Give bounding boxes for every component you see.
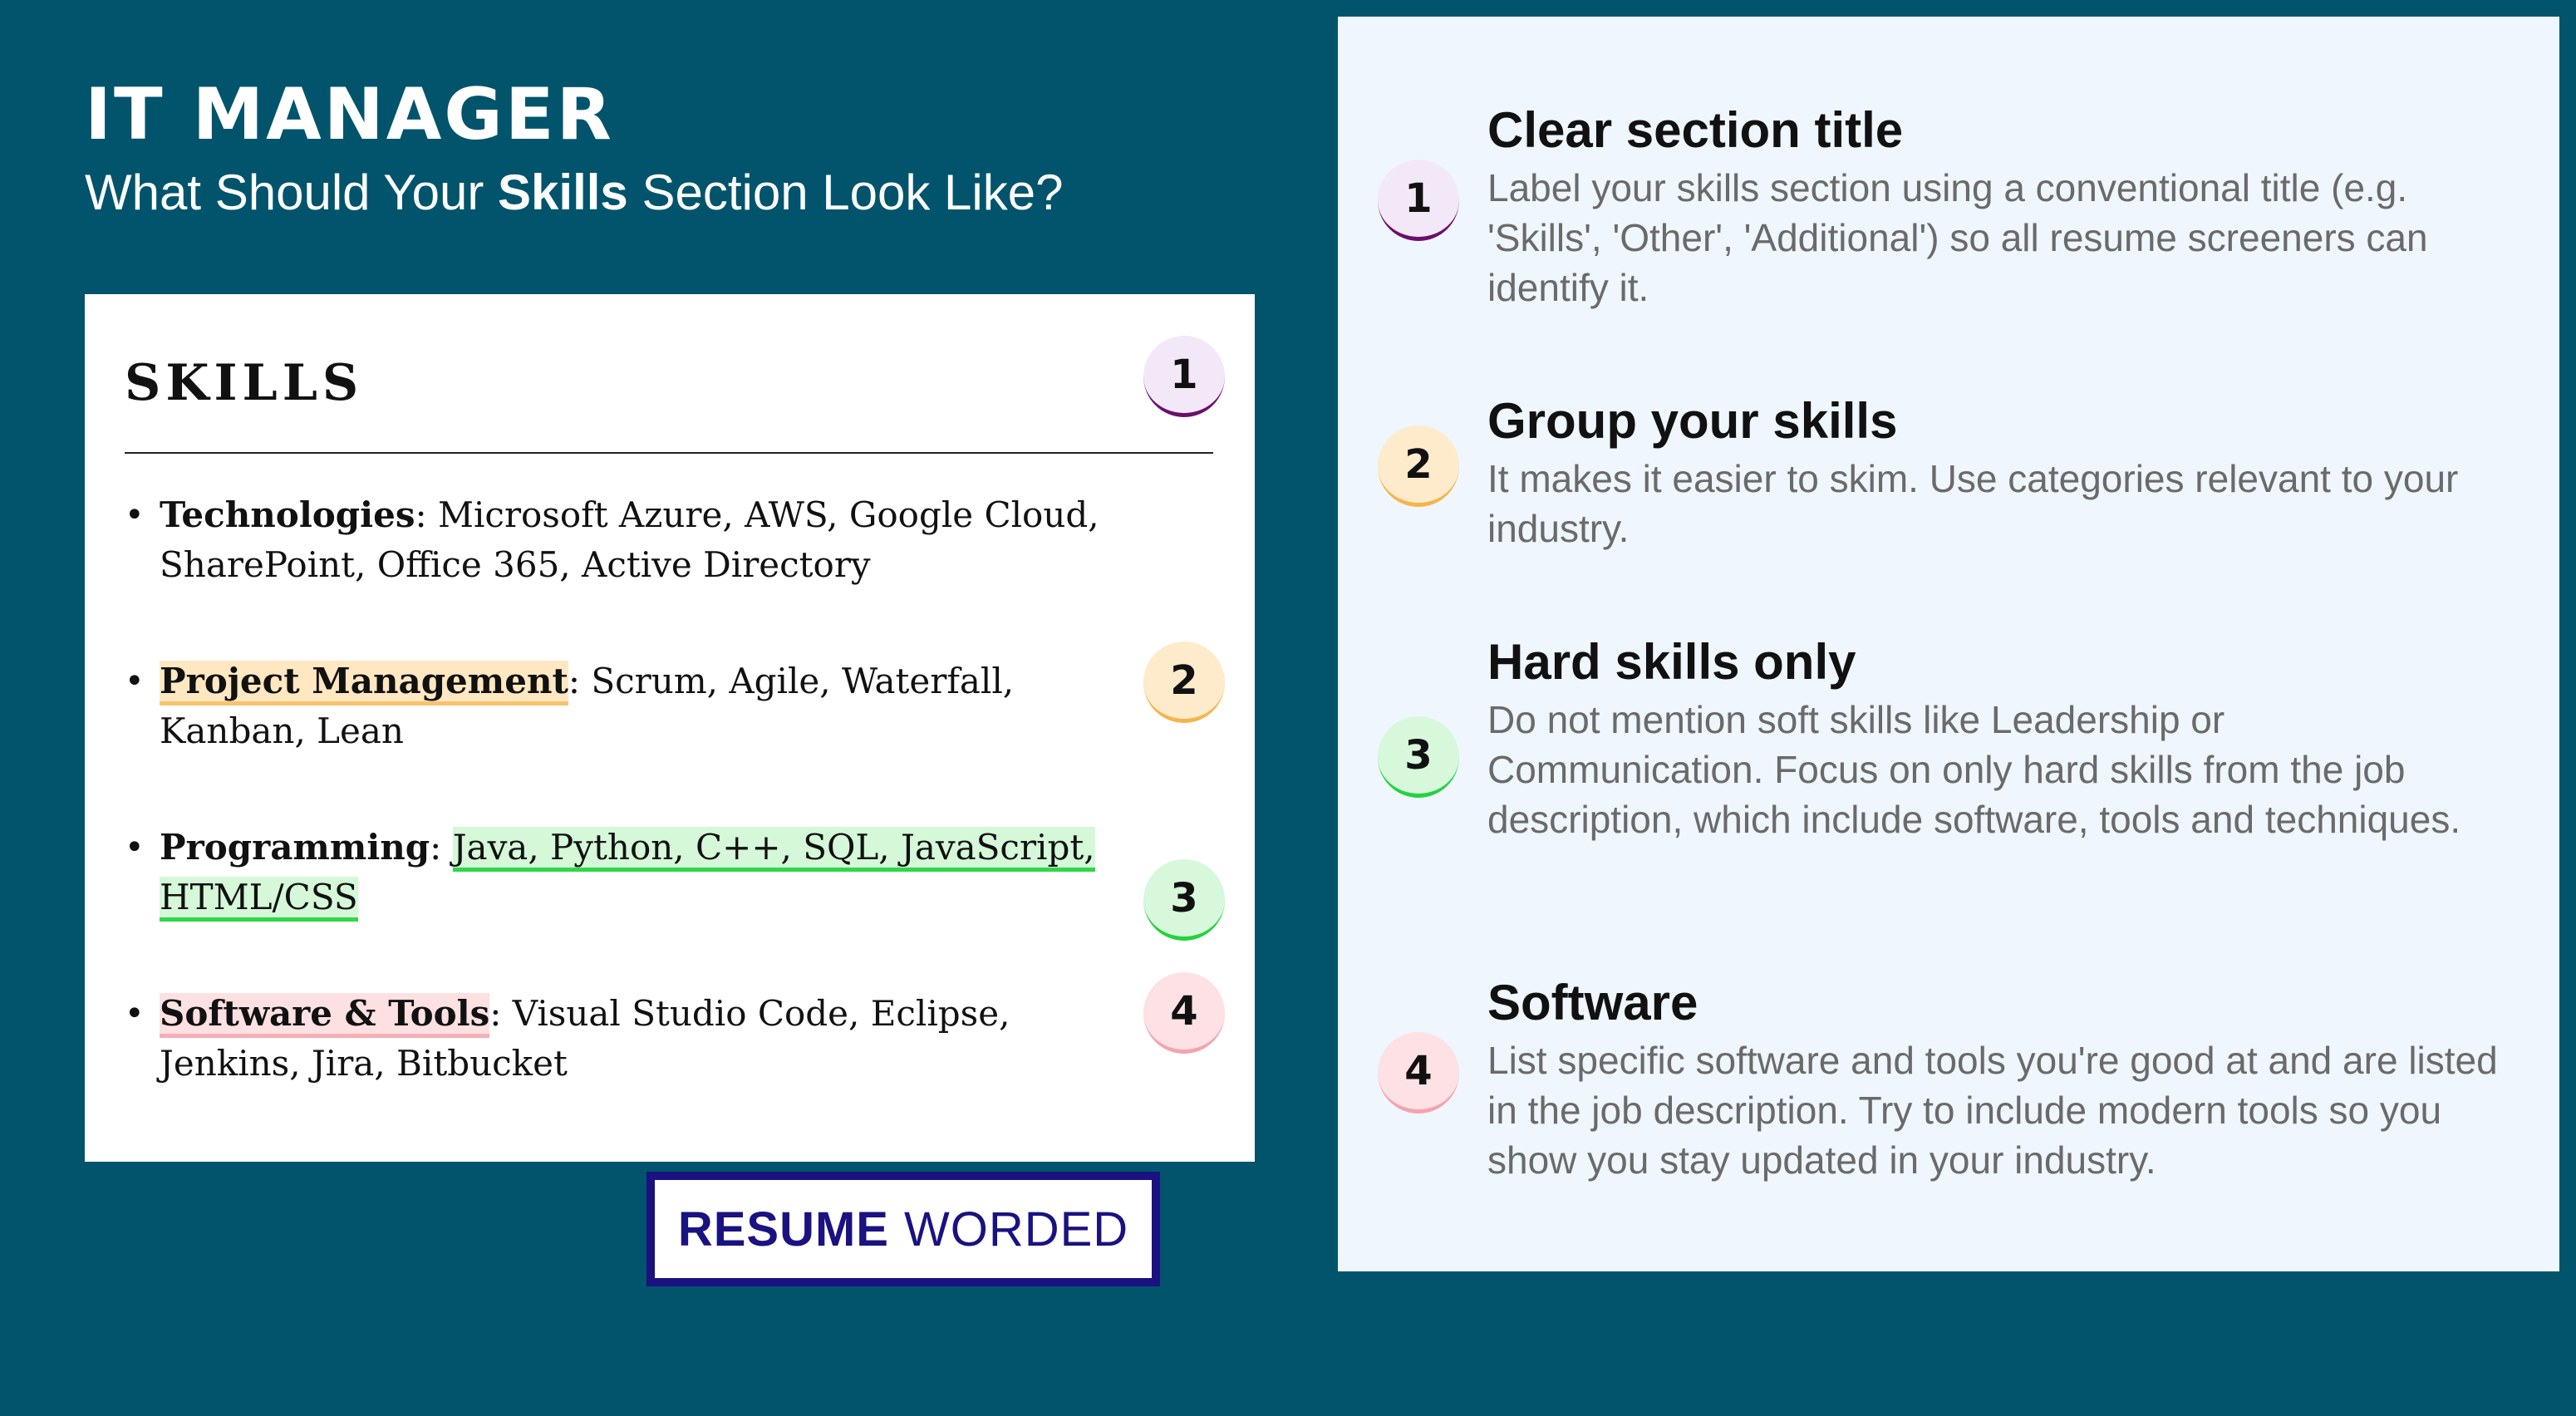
- resume-skills-card: SKILLS 1 Technologies: Microsoft Azure, …: [85, 294, 1255, 1162]
- tip-badge-3: 3: [1378, 716, 1459, 798]
- tip-title: Software: [1487, 975, 1698, 1030]
- tip-description: Do not mention soft skills like Leadersh…: [1487, 698, 2461, 841]
- skill-label: Project Management: [160, 661, 568, 706]
- subtitle-text: What Should Your: [85, 165, 499, 220]
- skill-separator: :: [430, 827, 453, 868]
- section-divider: [125, 452, 1213, 454]
- tip-badge-4: 4: [1378, 1032, 1459, 1114]
- tip-3: Hard skills only Do not mention soft ski…: [1487, 632, 2510, 844]
- page-title: IT MANAGER: [85, 73, 614, 156]
- subtitle-emphasis: Skills: [498, 165, 628, 220]
- tips-panel: Clear section title Label your skills se…: [1338, 17, 2559, 1271]
- badge-2: 2: [1143, 642, 1225, 723]
- page-header: IT MANAGER What Should Your Skills Secti…: [85, 73, 1064, 226]
- logo-light-text: WORDED: [903, 1202, 1129, 1256]
- tip-description: Label your skills section using a conven…: [1487, 166, 2428, 309]
- tip-description: It makes it easier to skim. Use categori…: [1487, 457, 2459, 550]
- badge-1: 1: [1143, 336, 1225, 417]
- tip-badge-2: 2: [1378, 425, 1459, 507]
- skill-label: Technologies: [160, 494, 415, 535]
- tip-4: Software List specific software and tool…: [1487, 972, 2510, 1185]
- skill-item-project-management: Project Management: Scrum, Agile, Waterf…: [125, 656, 1138, 756]
- tip-title: Clear section title: [1487, 102, 1904, 158]
- skill-label: Programming: [160, 827, 430, 868]
- resume-worded-logo: RESUME WORDED: [646, 1172, 1160, 1286]
- skill-label: Software & Tools: [160, 993, 490, 1038]
- skills-heading: SKILLS: [125, 354, 364, 412]
- skill-item-technologies: Technologies: Microsoft Azure, AWS, Goog…: [125, 490, 1138, 590]
- tip-title: Group your skills: [1487, 393, 1898, 449]
- skill-item-software-tools: Software & Tools: Visual Studio Code, Ec…: [125, 989, 1138, 1089]
- tip-1: Clear section title Label your skills se…: [1487, 100, 2510, 312]
- tip-badge-1: 1: [1378, 160, 1459, 241]
- tip-title: Hard skills only: [1487, 634, 1856, 690]
- skill-item-programming: Programming: Java, Python, C++, SQL, Jav…: [125, 823, 1138, 922]
- page-subtitle: What Should Your Skills Section Look Lik…: [85, 160, 1064, 226]
- logo-bold-text: RESUME: [677, 1202, 889, 1256]
- badge-4: 4: [1143, 972, 1225, 1054]
- tip-2: Group your skills It makes it easier to …: [1487, 391, 2510, 553]
- badge-3: 3: [1143, 859, 1225, 941]
- tip-description: List specific software and tools you're …: [1487, 1039, 2498, 1182]
- subtitle-text: Section Look Like?: [627, 165, 1064, 220]
